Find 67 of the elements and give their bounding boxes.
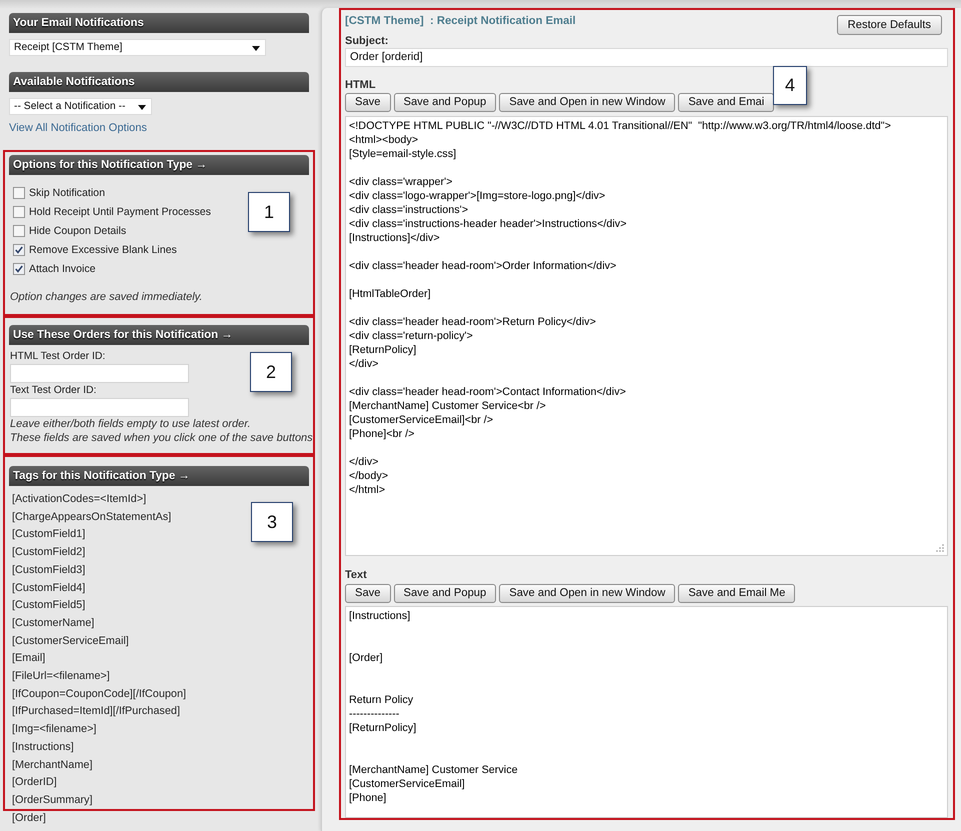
field-label: HTML Test Order ID: xyxy=(9,351,106,363)
tag-item: [CustomField4] xyxy=(12,580,86,596)
tag-item: [ActivationCodes=<ItemId>] xyxy=(12,492,146,507)
notification-select[interactable]: -- Select a Notification -- xyxy=(9,98,152,115)
notification-select[interactable]: Receipt [CSTM Theme] xyxy=(9,39,266,56)
save-button[interactable]: Save and Email Me xyxy=(678,584,796,603)
order-id-field[interactable] xyxy=(10,364,189,383)
tag-item: [Instructions] xyxy=(12,740,74,755)
tag-item: [MerchantName] xyxy=(12,758,92,773)
tag-item: [Img=<filename>] xyxy=(12,722,96,738)
restore-defaults-button[interactable]: Restore Defaults xyxy=(836,15,942,35)
tag-item: [IfPurchased=ItemId][/IfPurchased] xyxy=(12,704,180,720)
section-header: Available Notifications xyxy=(9,72,309,92)
checkbox[interactable] xyxy=(13,206,25,218)
annotation-callout: 3 xyxy=(251,502,293,542)
section-label: HTML xyxy=(345,79,376,91)
section-label: Text xyxy=(345,569,367,581)
order-id-field[interactable] xyxy=(10,398,189,417)
checkbox-label[interactable]: Hide Coupon Details xyxy=(29,224,126,236)
tag-item: [IfCoupon=CouponCode][/IfCoupon] xyxy=(12,686,186,702)
tag-item: [CustomField5] xyxy=(12,598,86,614)
section-header: Your Email Notifications xyxy=(9,13,309,33)
tag-item: [ChargeAppearsOnStatementAs] xyxy=(12,510,172,525)
save-button[interactable]: Save and Open in new Window xyxy=(499,584,676,603)
tag-item: [CustomerName] xyxy=(12,616,94,631)
field-label: Subject: xyxy=(345,35,388,47)
save-button[interactable]: Save and Popup xyxy=(394,93,496,112)
field-label: Text Test Order ID: xyxy=(9,385,96,397)
tag-item: [OrderSummary] xyxy=(12,792,92,808)
tag-item: [CustomField2] xyxy=(12,545,86,560)
tag-item: [CustomField1] xyxy=(12,527,86,542)
checkbox[interactable] xyxy=(13,244,25,256)
note-text: Leave either/both fields empty to use latest order. xyxy=(9,417,251,431)
checkbox-label[interactable]: Skip Notification xyxy=(29,186,105,198)
resize-grip-icon[interactable] xyxy=(936,544,944,552)
save-button[interactable]: Save and Open in new Window xyxy=(499,93,676,112)
annotation-callout: 4 xyxy=(773,66,807,105)
view-options-link[interactable]: View All Notification Options xyxy=(9,121,147,135)
tag-item: [CustomerServiceEmail] xyxy=(12,634,129,649)
save-button[interactable]: Save xyxy=(345,93,390,112)
editor-title: [CSTM Theme] : Receipt Notification Email xyxy=(345,14,576,28)
caret-icon xyxy=(252,46,260,51)
checkbox[interactable] xyxy=(13,224,25,236)
save-button[interactable]: Save and Emai xyxy=(678,93,774,112)
annotation-callout: 2 xyxy=(250,352,292,392)
note-text: These fields are saved when you click one of the save buttons xyxy=(9,431,313,445)
section-header: Options for this Notification Type → xyxy=(9,155,309,175)
checkbox-label[interactable]: Hold Receipt Until Payment Processes xyxy=(29,206,211,218)
checkbox[interactable] xyxy=(13,262,25,274)
caret-icon xyxy=(138,105,146,110)
checkbox-label[interactable]: Remove Excessive Blank Lines xyxy=(29,244,177,256)
note-text: Option changes are saved immediately. xyxy=(9,291,202,303)
save-button[interactable]: Save xyxy=(345,584,390,603)
section-header: Use These Orders for this Notification → xyxy=(9,325,309,345)
template-editor[interactable]: <!DOCTYPE HTML PUBLIC "-//W3C//DTD HTML 4.01 Transitional//EN" "http://www.w3.org/TR/html4/loose.dtd"> <html><body> [Style=email-style.css] <div class='wrapper'> <div class='logo-wrapper'>[Img=store-logo.png]</div> <div class='instructions'> <div class='instructions-header header'>Instructions</div> [Instructions]</div> <div class='header head-room'>Order Information</div> [HtmlTableOrder] <div class='header head-room'>Return Policy</div> <div class='return-policy'> [ReturnPolicy] </div> <div class='header head-room'>Contact Information</div> [MerchantName] Customer Service<br /> [CustomerServiceEmail]<br /> [Phone]<br /> </div> </body> </html> xyxy=(345,116,948,556)
save-button[interactable]: Save and Popup xyxy=(394,584,496,603)
tag-item: [FileUrl=<filename>] xyxy=(12,669,110,684)
subject-field[interactable]: Order [orderid] xyxy=(345,48,948,67)
tag-item: [Order] xyxy=(12,810,46,826)
template-editor[interactable]: [Instructions] [Order] Return Policy -------------- [ReturnPolicy] [MerchantName] Customer Service [CustomerServiceEmail] [Phone] xyxy=(345,606,948,818)
tag-item: [OrderID] xyxy=(12,775,57,790)
checkbox[interactable] xyxy=(13,186,25,198)
tag-item: [CustomField3] xyxy=(12,562,86,578)
tag-item: [Email] xyxy=(12,651,46,666)
checkbox-label[interactable]: Attach Invoice xyxy=(29,262,96,274)
section-header: Tags for this Notification Type → xyxy=(9,466,309,486)
annotation-callout: 1 xyxy=(248,192,290,232)
